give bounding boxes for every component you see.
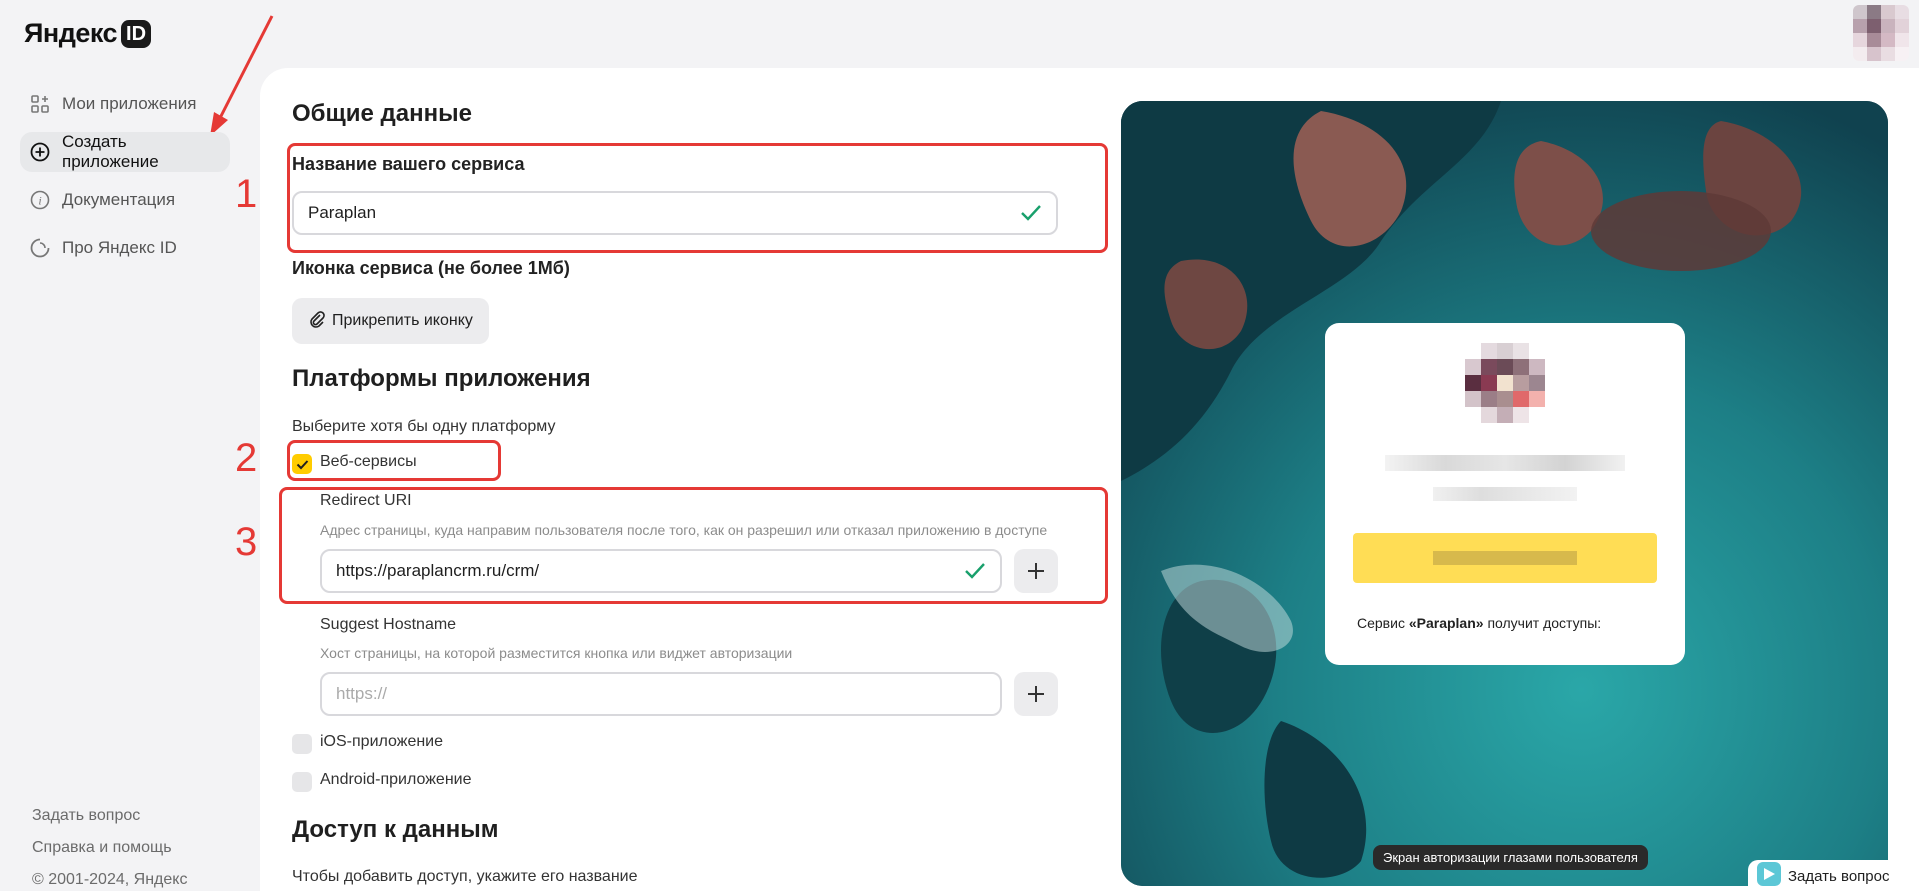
auth-preview-card: Сервис «Paraplan» получит доступы: [1325,323,1685,665]
annotation-box-2 [287,440,501,481]
sidebar-item-label: Документация [62,190,176,209]
icon-label: Иконка сервиса (не более 1Мб) [292,258,570,278]
auth-preview-image: Сервис «Paraplan» получит доступы: Экран… [1121,101,1888,886]
data-access-title: Доступ к данным [292,816,499,843]
sidebar-item-docs[interactable]: i Документация [20,180,230,220]
platforms-title: Платформы приложения [292,365,591,392]
sidebar-item-about[interactable]: Про Яндекс ID [20,228,230,268]
ios-checkbox[interactable] [292,734,312,754]
preview-avatar [1465,343,1545,423]
access-suffix: получит доступы: [1483,615,1602,631]
platforms-hint: Выберите хотя бы одну платформу [292,418,556,435]
svg-text:i: i [38,194,41,208]
add-suggest-hostname-button[interactable] [1014,672,1058,716]
preview-caption: Экран авторизации глазами пользователя [1373,845,1648,870]
sidebar-nav: Мои приложения Создать приложение i Доку… [20,84,230,276]
access-service: «Paraplan» [1408,615,1484,631]
chat-icon [1756,861,1782,891]
general-title: Общие данные [292,100,472,127]
sidebar-item-my-apps[interactable]: Мои приложения [20,84,230,124]
sidebar-item-label: Мои приложения [62,94,197,113]
user-avatar[interactable] [1853,5,1909,61]
preview-login-placeholder [1433,487,1577,501]
preview-name-placeholder [1385,455,1625,471]
help-link[interactable]: Справка и помощь [32,832,187,864]
logo-text: Яндекс [24,18,118,48]
ask-question-button[interactable]: Задать вопрос [1748,860,1914,891]
annotation-box-3 [279,487,1108,604]
suggest-hostname-placeholder: https:// [336,684,388,703]
sidebar-item-label: Про Яндекс ID [62,238,177,257]
annotation-number-2: 2 [235,436,258,480]
ask-question-label: Задать вопрос [1788,867,1890,885]
access-prefix: Сервис [1357,615,1409,631]
android-checkbox[interactable] [292,772,312,792]
suggest-hostname-label: Suggest Hostname [320,616,457,633]
data-access-hint: Чтобы добавить доступ, укажите его назва… [292,868,638,885]
plus-icon [1028,686,1044,702]
paperclip-icon [308,310,326,333]
spinner-icon [30,238,50,258]
sidebar-item-label: Создать приложение [62,132,159,171]
suggest-hostname-input[interactable]: https:// [320,672,1002,716]
annotation-number-3: 3 [235,520,258,564]
copyright: © 2001-2024, Яндекс [32,871,188,888]
sidebar-footer: Задать вопрос Справка и помощь © 2001-20… [32,800,187,891]
suggest-hostname-hint: Хост страницы, на которой разместится кн… [320,645,793,661]
apps-icon [30,94,50,114]
info-icon: i [30,190,50,210]
plus-circle-icon [30,142,50,162]
preview-login-button [1353,533,1657,583]
attach-icon-label: Прикрепить иконку [332,312,473,329]
annotation-box-1 [287,143,1108,253]
ios-label: iOS-приложение [320,733,444,750]
logo-badge: ID [121,19,152,48]
preview-access-text: Сервис «Paraplan» получит доступы: [1357,615,1601,631]
ask-question-link[interactable]: Задать вопрос [32,800,187,832]
yandex-id-logo[interactable]: Яндекс ID [24,18,152,49]
sidebar-item-create-app[interactable]: Создать приложение [20,132,230,172]
annotation-number-1: 1 [235,172,258,216]
android-label: Android-приложение [320,771,472,788]
attach-icon-button[interactable]: Прикрепить иконку [292,298,489,344]
